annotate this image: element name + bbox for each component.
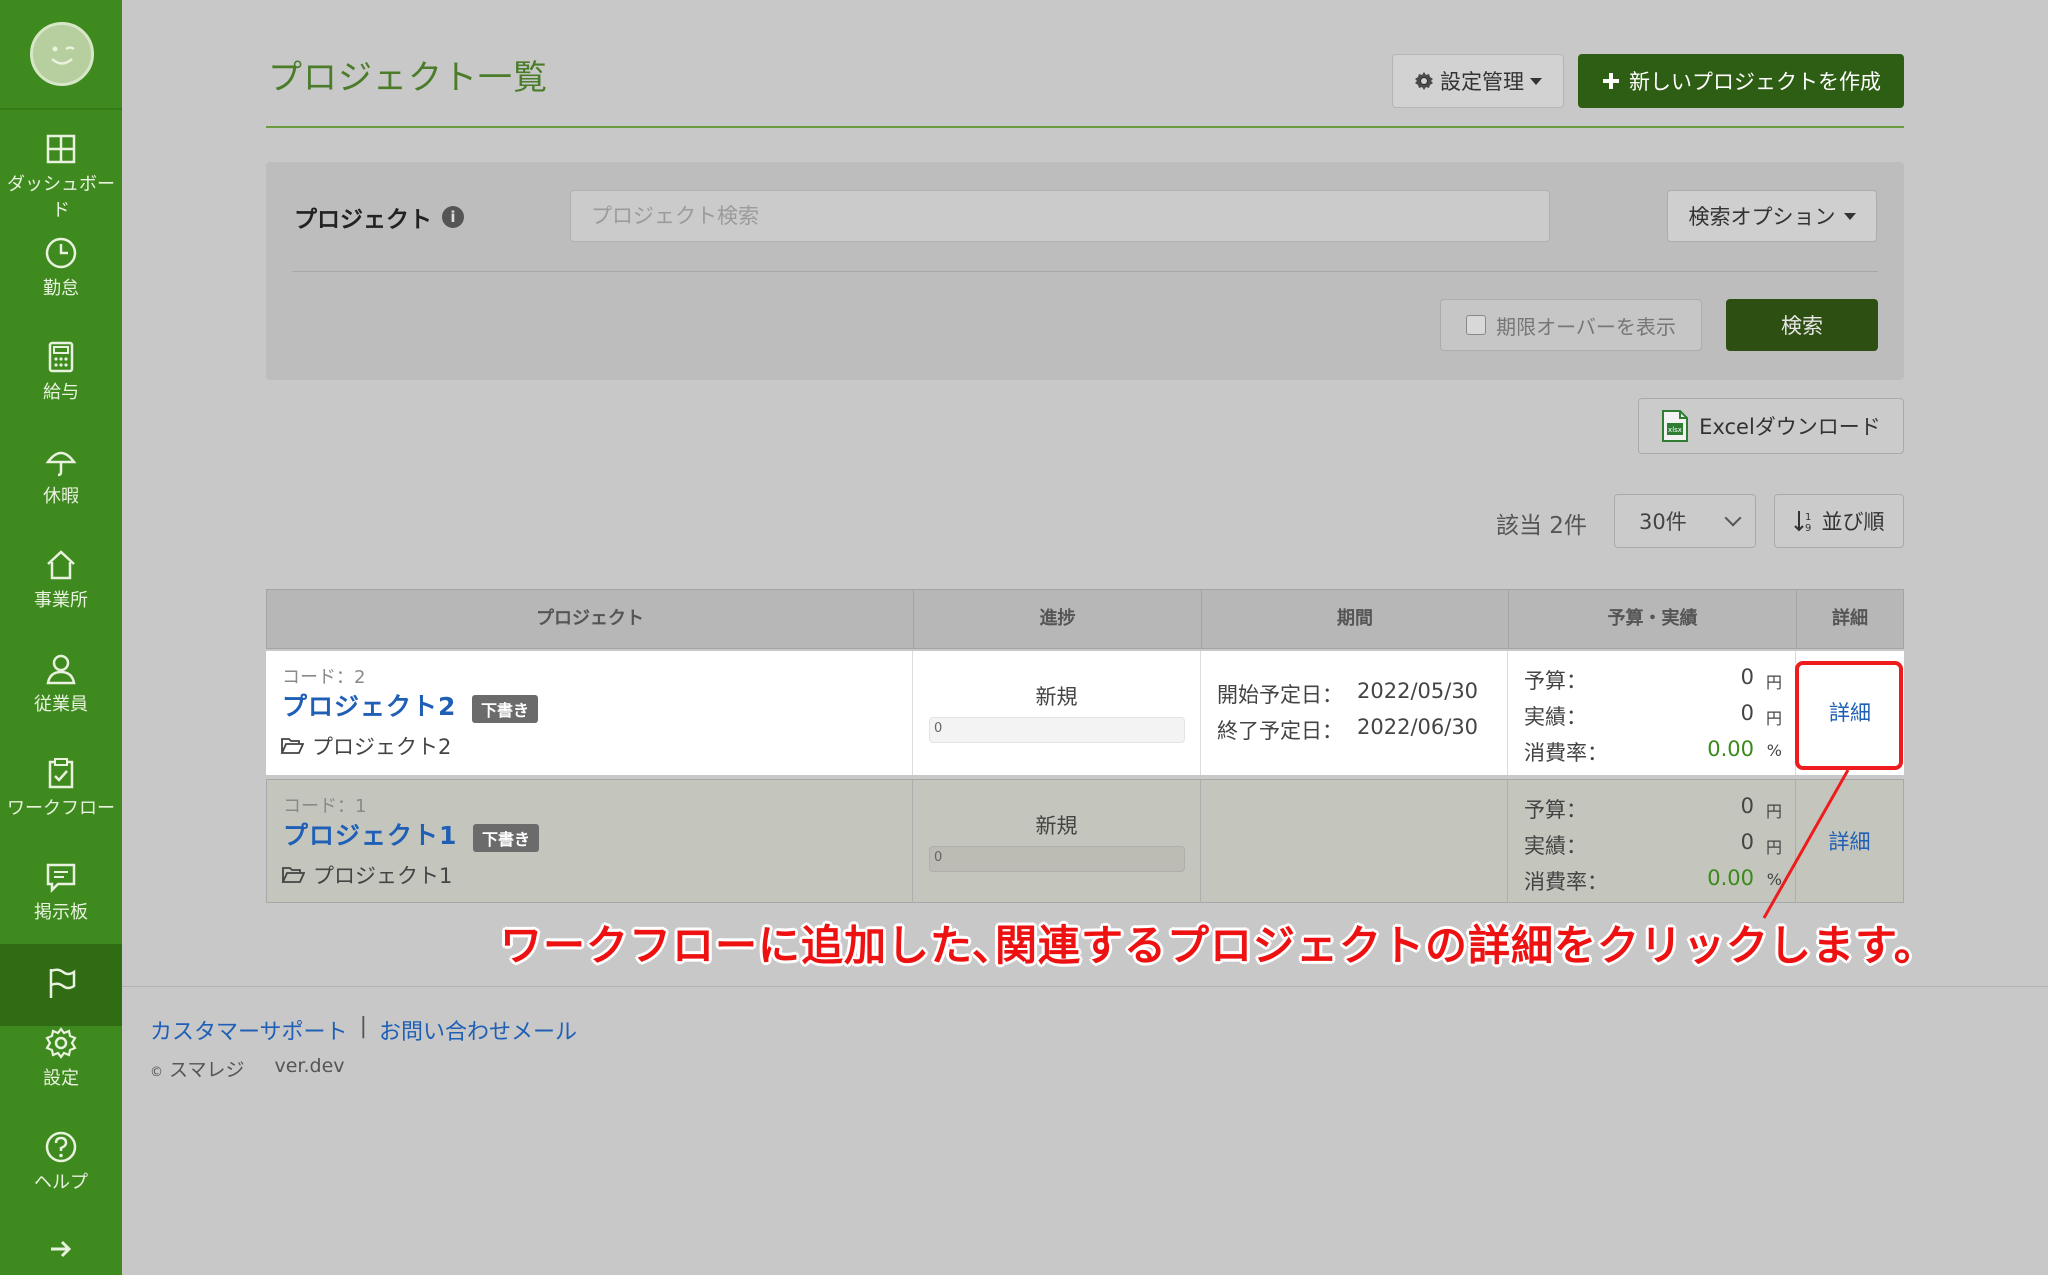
footer-divider (122, 986, 2048, 987)
footer-separator: | (359, 1014, 367, 1039)
version: ver.dev (274, 1055, 345, 1077)
footer-links: カスタマーサポート | お問い合わせメール (150, 1014, 577, 1046)
customer-support-link[interactable]: カスタマーサポート (150, 1014, 348, 1046)
brand-name: スマレジ (169, 1059, 245, 1081)
annotation-text: ワークフローに追加した､関連するプロジェクトの詳細をクリックします。 (500, 921, 1937, 970)
copyright-symbol: © (150, 1065, 163, 1080)
copyright: © スマレジ ver.dev (150, 1055, 345, 1082)
annotation-arrow-line (1762, 769, 1850, 919)
copyright-brand: © スマレジ (150, 1055, 244, 1082)
contact-mail-link[interactable]: お問い合わせメール (379, 1014, 577, 1046)
